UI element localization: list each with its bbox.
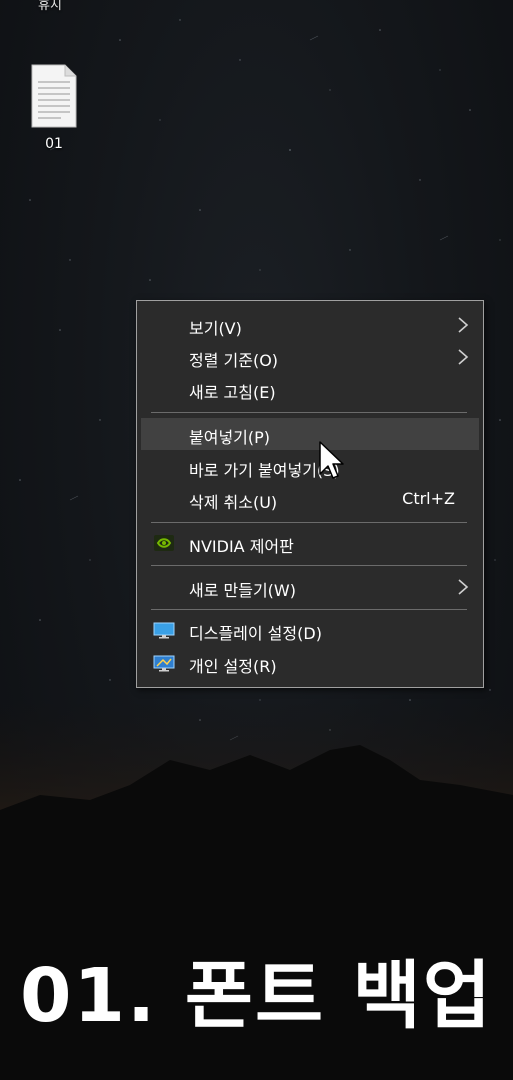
menu-item-paste-shortcut[interactable]: 바로 가기 붙여넣기(S) [141,451,479,483]
personalize-icon [153,655,175,672]
chevron-right-icon [458,579,469,595]
menu-item-label: 정렬 기준(O) [189,351,279,370]
menu-item-personalize[interactable]: 개인 설정(R) [141,647,479,679]
menu-item-label: 새로 만들기(W) [189,581,296,600]
menu-separator [151,565,467,566]
menu-item-display-settings[interactable]: 디스플레이 설정(D) [141,614,479,646]
menu-item-shortcut: Ctrl+Z [402,489,455,508]
display-icon [153,622,175,639]
menu-separator [151,609,467,610]
menu-item-paste[interactable]: 붙여넣기(P) [141,418,479,450]
chevron-right-icon [458,317,469,333]
menu-item-label: 바로 가기 붙여넣기(S) [189,461,340,480]
menu-item-refresh[interactable]: 새로 고침(E) [141,373,479,405]
menu-separator [151,522,467,523]
menu-item-label: NVIDIA 제어판 [189,537,294,556]
menu-item-label: 개인 설정(R) [189,657,277,676]
menu-item-label: 보기(V) [189,319,242,338]
menu-item-sort-by[interactable]: 정렬 기준(O) [141,341,479,373]
menu-item-new[interactable]: 새로 만들기(W) [141,571,479,603]
menu-item-label: 디스플레이 설정(D) [189,624,322,643]
menu-item-nvidia-control-panel[interactable]: NVIDIA 제어판 [141,527,479,559]
menu-item-label: 새로 고침(E) [189,383,276,402]
menu-separator [151,412,467,413]
menu-item-undo-delete[interactable]: 삭제 취소(U) Ctrl+Z [141,483,479,515]
menu-item-label: 붙여넣기(P) [189,428,271,447]
nvidia-icon [154,535,174,551]
text-file-icon [31,64,77,128]
mouse-cursor-icon [319,441,344,479]
desktop-file-01[interactable]: 01 [18,60,90,152]
file-label: 01 [45,136,63,152]
menu-item-view[interactable]: 보기(V) [141,309,479,341]
caption-title: 01. 폰트 백업 [20,953,493,1039]
menu-item-label: 삭제 취소(U) [189,493,278,512]
desktop-top-label: 휴지 [38,0,62,13]
desktop-context-menu: 보기(V) 정렬 기준(O) 새로 고침(E) 붙여넣기(P) 바로 가기 붙여… [136,300,484,688]
chevron-right-icon [458,349,469,365]
